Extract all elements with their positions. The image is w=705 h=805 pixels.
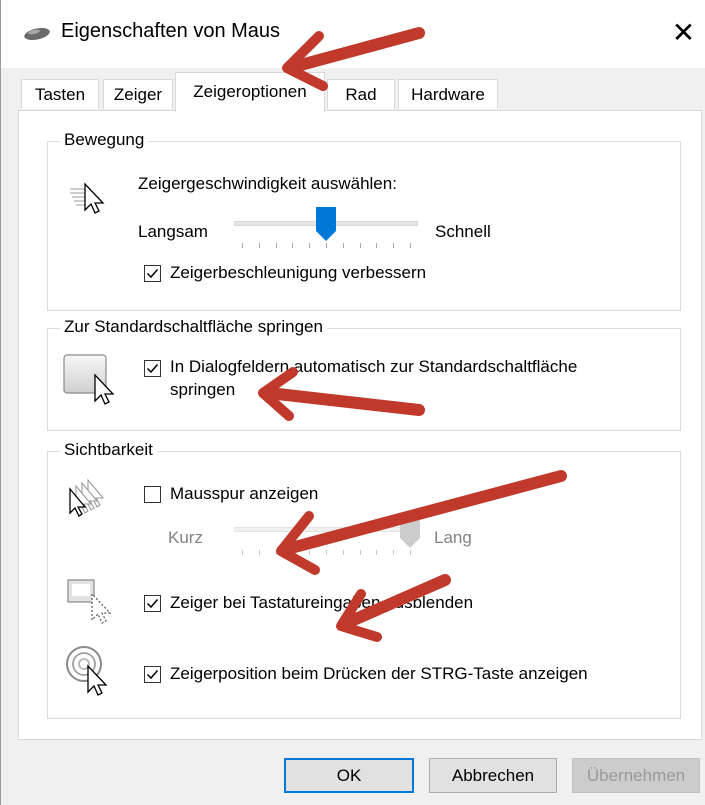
close-icon: ✕ <box>671 17 696 48</box>
slider-tick <box>359 243 361 248</box>
trail-slider-track[interactable] <box>234 527 418 532</box>
slider-tick <box>309 550 311 555</box>
slider-tick <box>410 550 411 555</box>
hide-typing-checkbox[interactable] <box>144 595 161 612</box>
slider-tick <box>258 550 260 555</box>
ctrl-location-label: Zeigerposition beim Drücken der STRG-Tas… <box>170 664 588 683</box>
group-snap-label: Zur Standardschaltfläche springen <box>60 317 327 337</box>
tab-hardware[interactable]: Hardware <box>398 79 498 109</box>
acceleration-checkbox[interactable] <box>144 265 161 282</box>
speed-label: Zeigergeschwindigkeit auswählen: <box>138 174 397 193</box>
check-mark-icon <box>146 364 159 374</box>
group-snap: Zur Standardschaltfläche springen In Dia… <box>47 317 681 431</box>
trails-label: Mausspur anzeigen <box>170 484 319 503</box>
pointer-speed-icon <box>70 182 105 214</box>
slider-tick <box>275 243 277 248</box>
mouse-icon <box>24 27 50 41</box>
check-mark-icon <box>146 599 159 609</box>
snap-label-line1: In Dialogfeldern automatisch zur Standar… <box>170 357 578 376</box>
slow-label: Langsam <box>138 222 208 241</box>
tab-zeigeroptionen[interactable]: Zeigeroptionen <box>175 72 325 112</box>
acceleration-label: Zeigerbeschleunigung verbessern <box>170 263 427 282</box>
apply-button[interactable]: Übernehmen <box>572 758 700 793</box>
slider-tick <box>275 550 277 555</box>
hide-typing-label: Zeiger bei Tastatureingaben ausblenden <box>170 593 474 612</box>
slider-tick <box>242 550 243 555</box>
group-visibility: Sichtbarkeit Mausspur anzeigen Kurz Lang <box>47 440 681 719</box>
snap-checkbox[interactable] <box>144 360 161 377</box>
slider-tick <box>292 550 294 555</box>
group-visibility-label: Sichtbarkeit <box>60 440 157 460</box>
slider-tick <box>410 243 411 248</box>
check-mark-icon <box>146 269 159 279</box>
slider-tick <box>359 550 361 555</box>
title-bar: Eigenschaften von Maus ✕ <box>1 0 705 68</box>
slider-tick <box>376 550 378 555</box>
window-title: Eigenschaften von Maus <box>61 20 281 42</box>
slider-tick <box>326 550 327 555</box>
slider-tick <box>292 243 294 248</box>
snap-to-default-icon <box>63 354 115 405</box>
check-mark-icon <box>146 670 159 680</box>
slider-tick <box>342 550 344 555</box>
snap-label-line2: springen <box>170 380 236 399</box>
ctrl-location-checkbox[interactable] <box>144 666 161 683</box>
slider-tick <box>342 243 344 248</box>
pointer-trails-icon <box>69 478 105 517</box>
hide-pointer-icon <box>67 579 112 624</box>
tab-panel-zeigeroptionen: Bewegung Zeigergeschwindigkeit auswählen… <box>18 110 702 740</box>
slider-tick <box>376 243 378 248</box>
slider-tick <box>258 243 260 248</box>
fast-label: Schnell <box>435 222 491 241</box>
tab-tasten[interactable]: Tasten <box>21 79 99 109</box>
ok-button[interactable]: OK <box>284 758 414 793</box>
slider-tick <box>393 550 395 555</box>
short-label: Kurz <box>168 528 203 547</box>
tab-rad[interactable]: Rad <box>327 79 395 109</box>
speed-slider-thumb[interactable] <box>316 207 336 241</box>
close-button[interactable]: ✕ <box>661 10 705 55</box>
long-label: Lang <box>434 528 472 547</box>
trail-slider-thumb[interactable] <box>400 514 420 548</box>
tab-zeiger[interactable]: Zeiger <box>103 79 173 109</box>
group-motion-label: Bewegung <box>60 130 149 150</box>
group-motion: Bewegung Zeigergeschwindigkeit auswählen… <box>47 130 681 311</box>
locate-pointer-icon <box>66 646 108 696</box>
slider-tick <box>326 243 327 248</box>
cancel-button[interactable]: Abbrechen <box>429 758 557 793</box>
mouse-properties-window: Eigenschaften von Maus ✕ Tasten Zeiger Z… <box>0 0 705 805</box>
slider-tick <box>309 243 311 248</box>
slider-tick <box>393 243 395 248</box>
slider-tick <box>242 243 243 248</box>
trails-checkbox[interactable] <box>144 486 161 503</box>
